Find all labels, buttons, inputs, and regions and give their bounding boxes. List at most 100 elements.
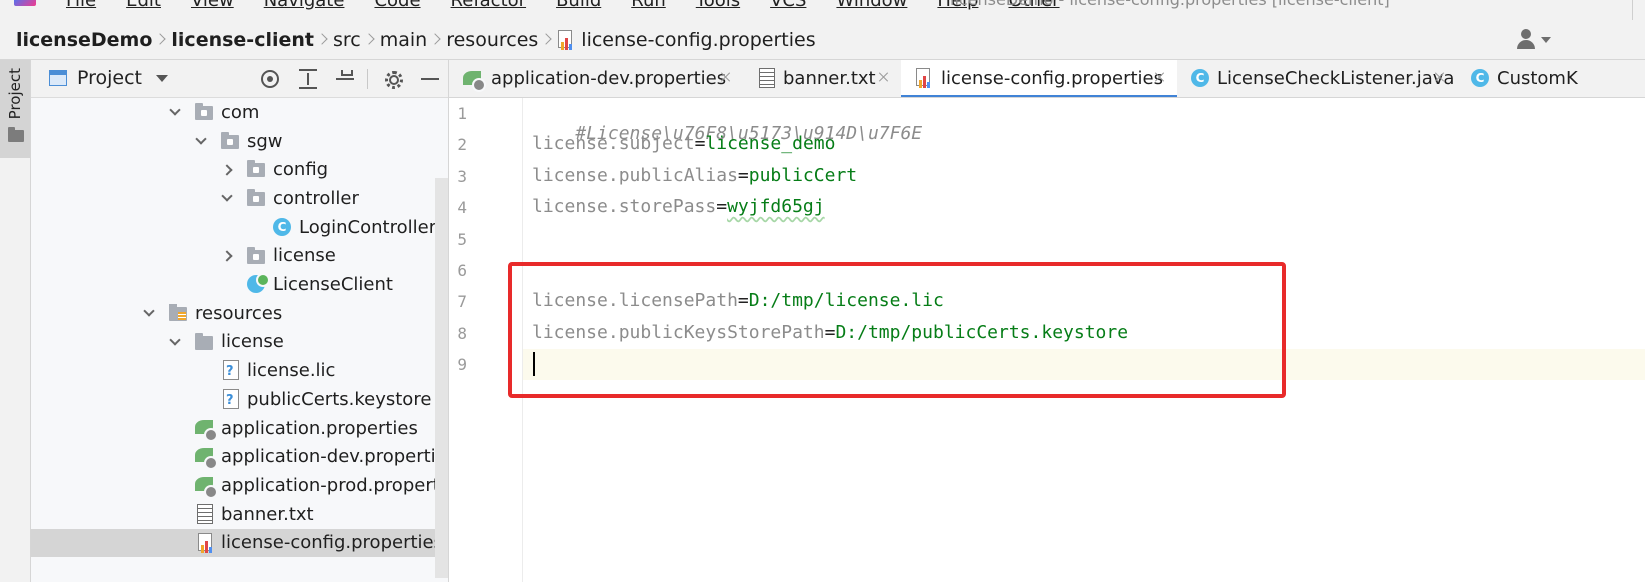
project-tool-button[interactable]: Project — [0, 60, 30, 158]
close-icon[interactable] — [1433, 70, 1447, 84]
tab-license-config-properties[interactable]: license-config.properties — [901, 60, 1177, 97]
chevron-down-icon[interactable] — [169, 104, 181, 117]
tree-item-sgw[interactable]: sgw — [31, 127, 448, 156]
breadcrumb-src[interactable]: src — [333, 29, 361, 51]
tab-label: banner.txt — [783, 68, 876, 89]
tab-customk[interactable]: CustomK — [1457, 60, 1645, 97]
breadcrumb-chevron-icon — [431, 29, 440, 51]
tree-item-com[interactable]: com — [31, 98, 448, 127]
close-icon[interactable] — [877, 70, 891, 84]
menu-file[interactable]: File — [66, 0, 96, 11]
chevron-right-icon[interactable] — [221, 164, 233, 176]
menu-navigate[interactable]: Navigate — [264, 0, 345, 11]
tree-item-license-lic[interactable]: license.lic — [31, 356, 448, 385]
breadcrumb-project[interactable]: licenseDemo — [16, 29, 152, 51]
line-number: 2 — [457, 135, 467, 155]
tree-item-license-folder[interactable]: license — [31, 328, 448, 357]
tree-item-application-properties[interactable]: application.properties — [31, 414, 448, 443]
chevron-down-icon — [1541, 37, 1551, 43]
breadcrumb-chevron-icon — [365, 29, 374, 51]
project-panel-header: Project — [31, 60, 448, 98]
tree-item-resources[interactable]: resources — [31, 299, 448, 328]
chevron-down-icon[interactable] — [221, 190, 233, 203]
tab-banner-txt[interactable]: banner.txt — [743, 60, 899, 97]
tree-item-application-prod-properties[interactable]: application-prod.properties — [31, 471, 449, 500]
tree-item-licenseclient[interactable]: LicenseClient — [31, 270, 448, 299]
locate-file-icon[interactable] — [259, 68, 281, 90]
expand-all-icon[interactable] — [297, 68, 319, 90]
line-number: 7 — [457, 292, 467, 312]
title-divider — [1632, 0, 1633, 20]
spring-properties-icon — [463, 68, 486, 92]
tree-item-logincontroller[interactable]: LoginController — [31, 213, 448, 242]
breadcrumb-main[interactable]: main — [380, 29, 427, 51]
navigation-bar: licenseDemo license-client src main reso… — [0, 20, 1645, 60]
properties-file-icon — [915, 68, 933, 88]
folder-icon — [247, 160, 265, 178]
breadcrumb-resources[interactable]: resources — [446, 29, 538, 51]
menu-view[interactable]: View — [191, 0, 234, 11]
tree-item-license-package[interactable]: license — [31, 242, 448, 271]
project-tree: com sgw config controller LoginControlle… — [31, 98, 449, 582]
tree-item-label: LicenseClient — [273, 274, 393, 296]
project-panel: Project com sgw config controller C Logi… — [31, 60, 449, 582]
tab-licensechecklistener-java[interactable]: LicenseCheckListener.java — [1179, 60, 1455, 97]
tree-item-label: application-prod.properties — [221, 474, 449, 496]
hide-panel-icon[interactable] — [419, 68, 441, 90]
tree-item-label: application.properties — [221, 417, 418, 439]
folder-icon — [247, 246, 265, 264]
project-panel-title[interactable]: Project — [77, 67, 142, 89]
tree-item-label: license — [273, 245, 336, 267]
close-icon[interactable] — [719, 70, 733, 84]
close-icon[interactable] — [1153, 70, 1167, 84]
breadcrumb-current-file[interactable]: license-config.properties — [581, 29, 815, 51]
menu-tools[interactable]: Tools — [696, 0, 740, 11]
tree-item-label: license.lic — [247, 360, 336, 382]
menu-vcs[interactable]: VCS — [770, 0, 806, 11]
folder-icon — [8, 127, 24, 142]
tree-item-label: com — [221, 101, 260, 123]
equals-sign: = — [694, 133, 706, 155]
chevron-down-icon[interactable] — [169, 334, 181, 346]
tree-item-license-config-properties[interactable]: license-config.properties — [31, 528, 448, 558]
spring-properties-icon — [195, 418, 218, 442]
user-icon-body — [1517, 40, 1535, 49]
menu-refactor[interactable]: Refactor — [451, 0, 527, 11]
chevron-right-icon[interactable] — [221, 250, 233, 262]
tree-item-config[interactable]: config — [31, 155, 448, 184]
tab-application-dev-properties[interactable]: application-dev.properties — [449, 60, 741, 97]
tree-item-application-dev-properties[interactable]: application-dev.properties — [31, 442, 448, 471]
user-account-button[interactable] — [1515, 28, 1555, 52]
unknown-file-icon — [223, 360, 239, 381]
equals-sign: = — [737, 164, 749, 186]
tree-item-publiccerts-keystore[interactable]: publicCerts.keystore — [31, 385, 448, 414]
chevron-down-icon[interactable] — [156, 75, 168, 82]
project-tool-label: Project — [6, 68, 24, 120]
menu-run[interactable]: Run — [631, 0, 666, 11]
menu-edit[interactable]: Edit — [126, 0, 161, 11]
breadcrumb-chevron-icon — [156, 29, 165, 51]
tree-item-label: LoginController — [299, 216, 437, 238]
project-view-icon — [49, 70, 67, 86]
chevron-down-icon[interactable] — [143, 305, 155, 317]
breadcrumb-module[interactable]: license-client — [171, 29, 314, 51]
property-value: license_demo — [705, 133, 836, 155]
tree-item-controller[interactable]: controller — [31, 184, 448, 213]
tree-item-banner-txt[interactable]: banner.txt — [31, 500, 448, 529]
breadcrumb-chevron-icon — [318, 29, 327, 51]
menu-window[interactable]: Window — [836, 0, 907, 11]
property-value: publicCert — [748, 164, 858, 186]
tree-item-label: license — [221, 331, 284, 353]
line-number: 6 — [457, 261, 467, 280]
property-key: license.subject — [532, 133, 695, 155]
line-number: 1 — [457, 104, 467, 123]
collapse-all-icon[interactable] — [334, 68, 356, 90]
gear-icon[interactable] — [382, 68, 404, 90]
menu-build[interactable]: Build — [556, 0, 601, 11]
text-file-icon — [197, 503, 213, 524]
chevron-down-icon[interactable] — [195, 133, 207, 145]
tree-scrollbar[interactable] — [435, 178, 448, 578]
code-line-3: license.publicAlias=publicCert — [532, 165, 857, 186]
folder-icon — [221, 131, 239, 149]
menu-code[interactable]: Code — [374, 0, 420, 11]
